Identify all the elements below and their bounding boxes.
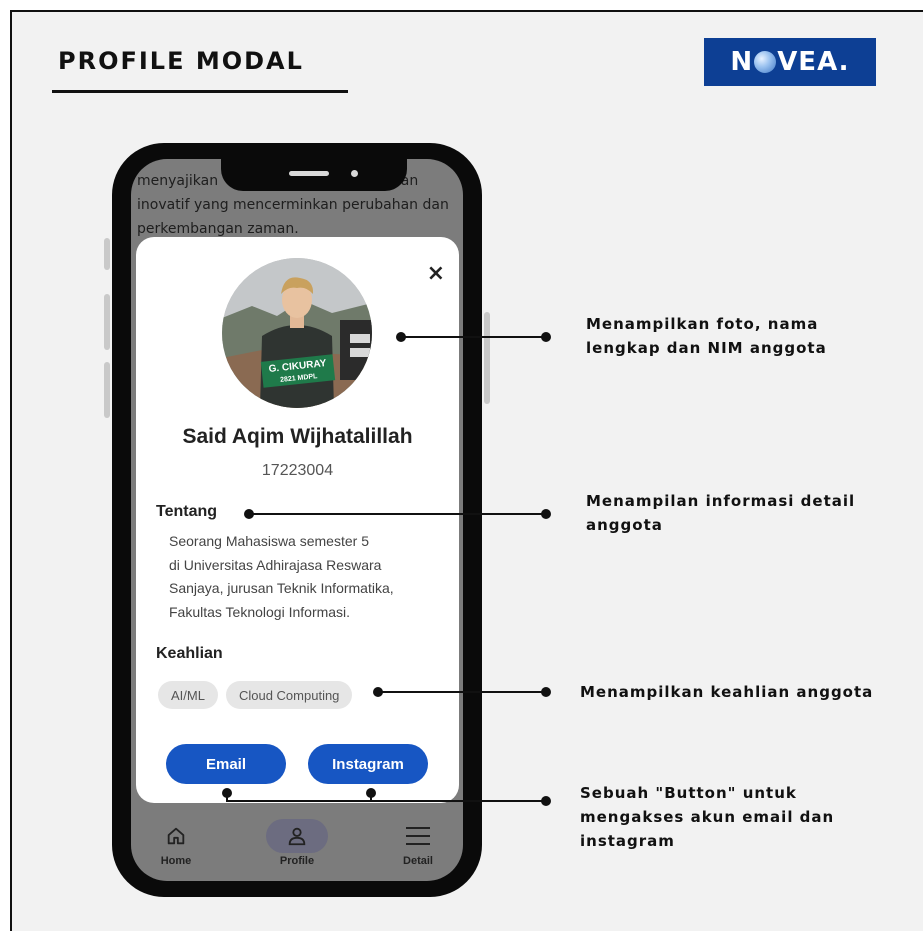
background-text-line: inovatif yang mencerminkan perubahan dan xyxy=(137,197,449,213)
annotation-dot xyxy=(541,796,551,806)
skill-chip-ai-ml: AI/ML xyxy=(158,681,218,709)
home-icon xyxy=(145,819,207,853)
annotation-dot xyxy=(541,332,551,342)
page-title: PROFILE MODAL xyxy=(58,47,304,75)
nav-home-label: Home xyxy=(160,855,192,867)
member-nim: 17223004 xyxy=(261,462,334,479)
annotation-line-text: mengakses akun email dan xyxy=(580,808,835,826)
member-name: Said Aqim Wijhatalillah xyxy=(182,425,413,448)
close-icon[interactable]: × xyxy=(427,261,445,286)
nav-profile-label: Profile xyxy=(279,855,315,867)
about-line: di Universitas Adhirajasa Reswara xyxy=(169,556,382,573)
phone-volume-down xyxy=(104,362,110,418)
annotation-line xyxy=(226,800,546,802)
annotation-line xyxy=(378,691,546,693)
annotation-line-text: Sebuah "Button" untuk xyxy=(580,784,797,802)
user-icon xyxy=(266,819,328,853)
nav-home[interactable]: Home xyxy=(143,819,209,871)
annotation-line xyxy=(249,513,546,515)
annotation-dot xyxy=(541,687,551,697)
phone-mute-switch xyxy=(104,238,110,270)
speaker-grille xyxy=(289,171,329,176)
skills-chips: AI/ML Cloud Computing xyxy=(158,681,353,709)
title-underline xyxy=(52,90,348,93)
annotation-dot xyxy=(541,509,551,519)
globe-icon xyxy=(754,51,777,73)
annotation-line-text: instagram xyxy=(580,832,675,850)
instagram-button[interactable]: Instagram xyxy=(308,744,428,784)
phone-mockup: menyajikann, dan inovatif yang mencermin… xyxy=(112,143,482,897)
about-text: Seorang Mahasiswa semester 5 di Universi… xyxy=(169,530,449,624)
about-line: Fakultas Teknologi Informasi. xyxy=(169,603,351,620)
brand-name-start: N xyxy=(730,47,754,77)
skill-chip-cloud-computing: Cloud Computing xyxy=(225,681,353,709)
phone-volume-up xyxy=(104,294,110,350)
annotation-line-text: lengkap dan NIM anggota xyxy=(586,339,827,357)
front-camera xyxy=(351,170,358,177)
skills-heading: Keahlian xyxy=(156,645,223,662)
about-line: Seorang Mahasiswa semester 5 xyxy=(169,533,369,549)
avatar-photo: G. CIKURAY 2821 MDPL xyxy=(222,258,372,408)
nav-detail[interactable]: Detail xyxy=(385,819,451,871)
annotation-line-text: Menampilkan foto, nama xyxy=(586,315,819,333)
phone-screen: menyajikann, dan inovatif yang mencermin… xyxy=(131,159,463,881)
email-button[interactable]: Email xyxy=(166,744,286,784)
annotation-line-text: anggota xyxy=(586,516,663,534)
about-line: Sanjaya, jurusan Teknik Informatika, xyxy=(169,580,394,596)
nav-detail-label: Detail xyxy=(403,855,433,867)
bottom-navigation: Home Profile Detail xyxy=(131,813,463,881)
annotation-skills: Menampilkan keahlian anggota xyxy=(580,680,873,704)
nav-profile[interactable]: Profile xyxy=(264,819,330,871)
annotation-line-text: Menampilan informasi detail xyxy=(586,492,856,510)
annotation-photo: Menampilkan foto, nama lengkap dan NIM a… xyxy=(586,312,827,360)
avatar: G. CIKURAY 2821 MDPL xyxy=(222,258,372,408)
annotation-detail: Menampilan informasi detail anggota xyxy=(586,489,855,537)
background-text-line: menyajikan xyxy=(137,173,219,189)
brand-logo: N VEA. xyxy=(704,38,876,86)
annotation-line-text: Menampilkan keahlian anggota xyxy=(580,683,874,701)
phone-power-button xyxy=(484,312,490,404)
annotation-line xyxy=(401,336,546,338)
profile-modal: × G. CIKURAY 2821 MDPL Said Aqim Wijhata… xyxy=(136,237,459,803)
phone-notch xyxy=(221,159,407,191)
brand-name-end: VEA. xyxy=(777,47,850,77)
about-heading: Tentang xyxy=(156,503,218,520)
menu-icon xyxy=(387,819,449,853)
annotation-buttons: Sebuah "Button" untuk mengakses akun ema… xyxy=(580,781,834,853)
